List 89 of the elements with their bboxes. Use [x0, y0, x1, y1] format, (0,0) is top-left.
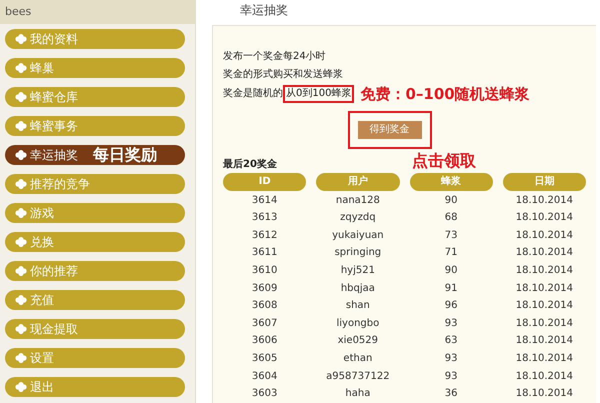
table-cell-text: hbqjaa: [340, 282, 376, 295]
table-cell-text: 18.10.2014: [514, 212, 574, 224]
table-cell-text: 3612: [250, 230, 278, 242]
sidebar-item[interactable]: 游戏: [5, 203, 185, 223]
info-text: 发布一个奖金每24小时: [223, 50, 327, 64]
table-cell-text: 3604: [250, 370, 278, 383]
table-cell-text: nana128: [334, 194, 381, 207]
flower-icon: [15, 353, 27, 363]
sidebar-item[interactable]: 蜂巢: [5, 58, 185, 78]
sidebar-item[interactable]: 我的资料: [5, 29, 185, 49]
table-cell-text: 3606: [250, 335, 278, 348]
table-cell-text: 3603: [250, 388, 278, 400]
flower-icon: [15, 382, 27, 392]
table-cell-text: 93: [444, 318, 458, 330]
table-cell-text: a958737122: [325, 370, 391, 383]
sidebar-item[interactable]: 退出: [5, 377, 185, 397]
info-text: 奖金的形式购买和发送蜂浆: [223, 68, 344, 82]
sidebar-item[interactable]: 推荐的竞争: [5, 174, 185, 194]
page-title: 幸运抽奖: [239, 2, 289, 19]
sidebar-item[interactable]: 幸运抽奖 每日奖励: [5, 145, 185, 165]
callout-text: 免费：0–100随机送蜂浆: [360, 84, 530, 105]
table-cell-text: ethan: [342, 353, 374, 366]
flower-icon: [15, 266, 27, 276]
table-cell-text: 91: [444, 282, 458, 295]
table-cell-text: 3607: [250, 318, 278, 330]
flower-icon: [15, 121, 27, 131]
table-cell-text: 3610: [250, 265, 278, 278]
table-cell-text: 90: [444, 194, 458, 207]
table-cell-text: 90: [444, 265, 458, 278]
table-cell-text: 68: [444, 212, 458, 224]
table-cell-text: 93: [444, 370, 458, 383]
flower-icon: [15, 150, 27, 160]
table-cell-text: haha: [344, 388, 372, 400]
table-cell-text: 18.10.2014: [514, 194, 574, 207]
table-cell-text: 18.10.2014: [514, 353, 574, 366]
claim-button[interactable]: 得到奖金: [358, 120, 422, 139]
table-cell-text: hyj521: [340, 265, 376, 278]
callout-text: 每日奖励: [93, 144, 157, 166]
table-cell-text: 18.10.2014: [514, 318, 574, 330]
table-cell-text: 3608: [250, 300, 278, 312]
table-cell-text: 63: [444, 335, 458, 348]
table-cell-text: 18.10.2014: [514, 282, 574, 295]
table-cell-text: xie0529: [336, 335, 380, 348]
table-cell-text: shan: [344, 300, 371, 312]
sidebar-item[interactable]: 你的推荐: [5, 261, 185, 281]
sidebar-item[interactable]: 蜂蜜事务: [5, 116, 185, 136]
flower-icon: [15, 92, 27, 102]
table-cell-text: 3605: [250, 353, 278, 366]
table-cell-text: 18.10.2014: [514, 265, 574, 278]
column-header: 日期: [502, 172, 586, 191]
sidebar-item[interactable]: 蜂蜜仓库: [5, 87, 185, 107]
table-title: 最后20奖金: [223, 158, 277, 171]
table-cell-text: 3609: [250, 282, 278, 295]
sidebar-header: bees: [0, 0, 195, 24]
column-header: ID: [223, 172, 306, 191]
info-text: 奖金是随机的: [223, 86, 283, 102]
table-cell-text: 18.10.2014: [514, 300, 574, 312]
flower-icon: [15, 295, 27, 305]
table-cell-text: 18.10.2014: [514, 388, 574, 400]
sidebar-item[interactable]: 设置: [5, 348, 185, 368]
table-cell-text: 18.10.2014: [514, 230, 574, 242]
callout-text: 点击领取: [412, 150, 476, 171]
column-header: 用户: [316, 172, 400, 191]
table-cell-text: 3611: [250, 247, 278, 260]
flower-icon: [15, 179, 27, 189]
flower-icon: [15, 237, 27, 247]
flower-icon: [15, 324, 27, 334]
table-cell-text: 3613: [250, 212, 278, 224]
flower-icon: [15, 34, 27, 44]
table-cell-text: 18.10.2014: [514, 335, 574, 348]
flower-icon: [15, 63, 27, 73]
table-cell-text: liyongbo: [336, 318, 380, 330]
table-cell-text: 18.10.2014: [514, 247, 574, 260]
highlighted-text: 从0到100蜂浆: [283, 84, 354, 103]
table-cell-text: 3614: [250, 194, 278, 207]
sidebar-item[interactable]: 充值: [5, 290, 185, 310]
table-cell-text: 96: [444, 300, 458, 312]
table-cell-text: zqyzdq: [339, 212, 377, 224]
flower-icon: [15, 208, 27, 218]
table-cell-text: 73: [444, 230, 458, 242]
table-cell-text: springing: [334, 247, 382, 260]
table-cell-text: 93: [444, 353, 458, 366]
sidebar-item[interactable]: 现金提取: [5, 319, 185, 339]
table-cell-text: 36: [444, 388, 458, 400]
sidebar-item[interactable]: 兑换: [5, 232, 185, 252]
table-cell-text: 18.10.2014: [514, 370, 574, 383]
table-cell-text: 71: [444, 247, 458, 260]
table-cell-text: yukaiyuan: [331, 230, 385, 242]
column-header: 蜂浆: [410, 172, 493, 191]
